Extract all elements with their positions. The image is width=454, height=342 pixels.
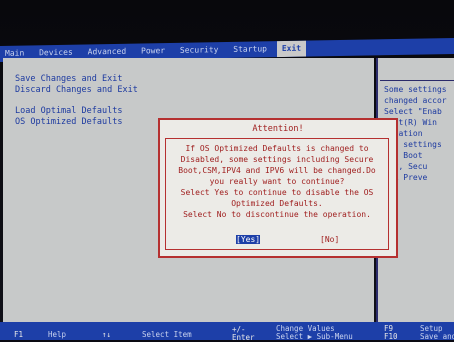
- save-changes-and-exit-item[interactable]: Save Changes and Exit: [15, 74, 122, 84]
- help-line: changed accor: [384, 96, 447, 105]
- help-line: Select "Enab: [384, 107, 442, 116]
- attention-dialog: Attention! If OS Optimized Defaults is c…: [158, 118, 398, 258]
- bios-screen: Main Devices Advanced Power Security Sta…: [0, 0, 454, 342]
- f1-key: F1: [14, 330, 24, 339]
- help-line: Some settings: [384, 85, 447, 94]
- load-optimal-defaults-item[interactable]: Load Optimal Defaults: [15, 106, 122, 116]
- arrows-key: ↑↓: [102, 330, 112, 339]
- no-button[interactable]: [No]: [320, 235, 339, 244]
- tab-exit[interactable]: Exit: [276, 40, 307, 58]
- dialog-message-line: Disabled, some settings including Secure: [180, 155, 374, 164]
- dialog-message-line: If OS Optimized Defaults is changed to: [185, 144, 369, 153]
- dialog-message-line: Boot,CSM,IPV4 and IPV6 will be changed.D…: [178, 166, 376, 175]
- help-divider: [380, 80, 454, 81]
- help-label: Help: [48, 330, 67, 339]
- select-item-label: Select Item: [142, 330, 192, 339]
- yes-button[interactable]: [Yes]: [236, 235, 261, 244]
- discard-changes-and-exit-item[interactable]: Discard Changes and Exit: [15, 85, 138, 95]
- tab-startup[interactable]: Startup: [228, 41, 272, 58]
- dialog-title: Attention!: [252, 124, 304, 134]
- dialog-message-line: you really want to continue?: [209, 177, 345, 186]
- os-optimized-defaults-item[interactable]: OS Optimized Defaults: [15, 117, 122, 127]
- footer-bar: F1 Help ↑↓ Select Item +/- Change Values…: [0, 322, 454, 342]
- dialog-body: If OS Optimized Defaults is changed to D…: [165, 138, 389, 250]
- enter-key: Enter: [232, 333, 255, 342]
- dialog-message-line: Select No to discontinue the operation.: [183, 210, 371, 219]
- dialog-message-line: Select Yes to continue to disable the OS: [180, 188, 374, 197]
- tab-security[interactable]: Security: [175, 42, 224, 59]
- dialog-message-line: Optimized Defaults.: [231, 199, 323, 208]
